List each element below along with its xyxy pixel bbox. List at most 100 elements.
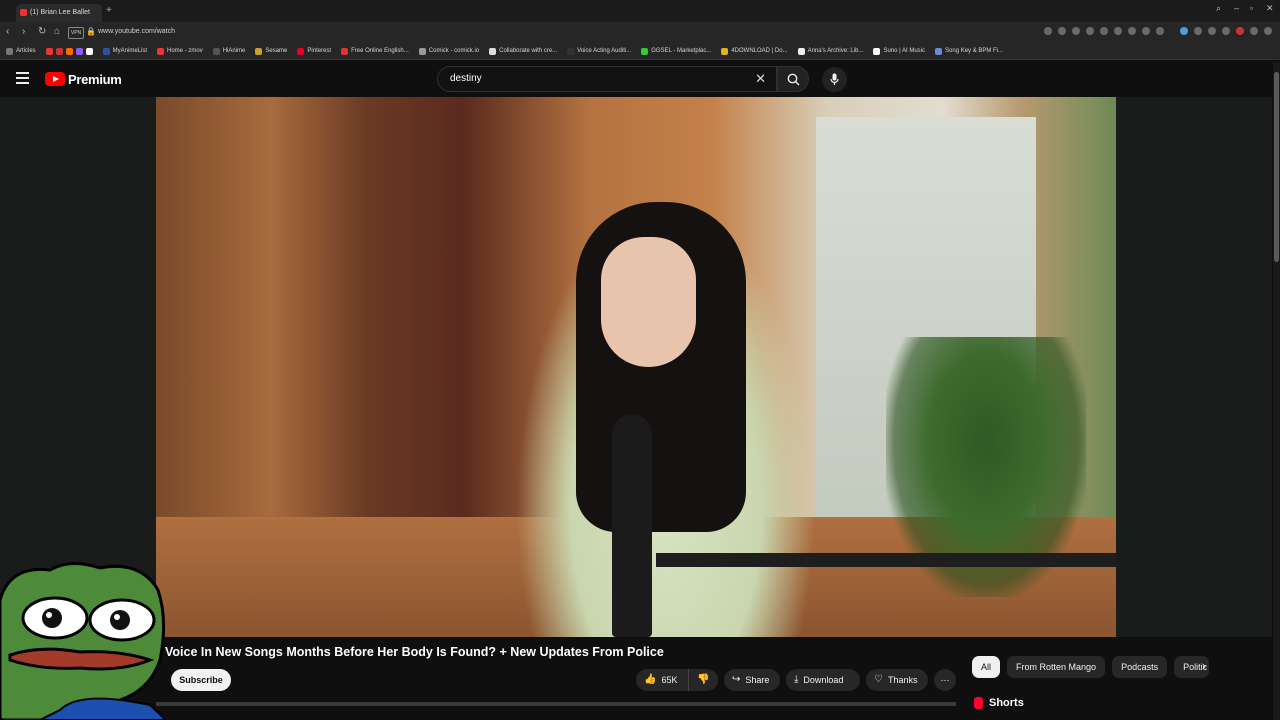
thanks-heart-icon: ♡ [874,674,883,685]
zoom-icon[interactable] [1044,27,1052,35]
bookmark-icon [75,47,83,55]
scrollbar-thumb[interactable] [1274,72,1279,262]
chevron-right-icon[interactable]: › [1202,659,1206,673]
microphone-icon [830,73,839,85]
chip-podcasts[interactable]: Podcasts [1112,656,1168,678]
bookmark-item[interactable]: 4DOWNLOAD | Do... [721,47,788,55]
search-tabs-icon[interactable]: ⌕ [1216,3,1221,14]
battery-icon[interactable] [1156,27,1164,35]
lock-icon[interactable]: 🔒 [86,27,96,36]
screenshot-icon[interactable] [1058,27,1066,35]
thumbs-up-icon: 👍 [644,674,657,685]
bookmark-item[interactable]: Suno | AI Music [873,47,925,55]
bookmark-icon [55,47,63,55]
video-player[interactable] [156,97,1116,637]
thanks-button[interactable]: ♡ Thanks [866,669,928,691]
extension-icon[interactable] [1208,27,1216,35]
folder-icon [721,47,729,55]
bookmark-item[interactable]: Home - zmov [157,47,203,55]
subscribe-button[interactable]: Subscribe [171,669,231,691]
youtube-favicon-icon [20,9,27,16]
youtube-logo-icon[interactable] [45,72,65,86]
bookmark-item[interactable]: GGSEL - Marketplac... [641,47,711,55]
vpn-badge[interactable]: VPN [68,27,84,39]
thanks-label: Thanks [887,675,918,685]
reload-icon[interactable]: ↻ [38,26,46,37]
extension-icon[interactable] [1250,27,1258,35]
video-frame-face [601,237,696,367]
play-icon[interactable] [1100,27,1108,35]
share-icon: ↪ [732,674,741,685]
camera-icon[interactable] [1072,27,1080,35]
bookmark-icon [45,47,53,55]
browser-tab[interactable]: (1) Brian Lee Ballet [16,4,102,22]
bookmark-item[interactable]: Sesame [255,47,287,55]
dislike-button[interactable]: 👎 [688,669,718,691]
bookmark-item[interactable]: Comick - comick.io [418,47,479,55]
bookmark-item[interactable]: Anna's Archive: Lib... [797,47,863,55]
download-button[interactable]: ⤓ Download [786,669,860,691]
search-input[interactable] [448,72,742,85]
extension-icon[interactable] [1222,27,1230,35]
search-bar: ✕ [437,66,777,92]
heart-icon[interactable] [1128,27,1136,35]
bookmark-icon [935,47,943,55]
description-divider [156,702,956,706]
forward-icon[interactable]: › [22,26,25,37]
extension-icon[interactable] [1194,27,1202,35]
bookmark-item[interactable]: Articles [6,47,36,55]
bookmark-item[interactable]: Collaborate with cre... [489,47,557,55]
search-button[interactable] [777,66,809,92]
download-icon[interactable] [1114,27,1122,35]
bookmark-icon [212,47,220,55]
extension-icon[interactable] [1236,27,1244,35]
download-label: Download [803,675,844,685]
bookmark-item[interactable]: Pinterest [297,47,331,55]
home-icon[interactable]: ⌂ [54,26,60,37]
page-scrollbar[interactable] [1273,62,1280,720]
bookmark-icon [102,47,110,55]
voice-search-button[interactable] [822,67,847,92]
bookmark-item[interactable]: HiAnime [212,47,245,55]
extension-toolbar [1044,27,1272,35]
address-bar: ‹ › ↻ ⌂ VPN 🔒 www.youtube.com/watch [0,22,1280,43]
clear-search-icon[interactable]: ✕ [755,72,766,86]
extension-icon[interactable] [1180,27,1188,35]
list-icon[interactable] [1142,27,1150,35]
bookmark-icon [255,47,263,55]
video-frame-mic-boom [656,553,1116,567]
bookmark-icon [341,47,349,55]
video-title: Voice In New Songs Months Before Her Bod… [165,645,664,659]
like-button[interactable]: 👍 65K [636,669,688,691]
bookmark-icon [157,47,165,55]
bookmark-item[interactable] [45,47,93,55]
more-actions-button[interactable]: ⋯ [934,669,956,691]
bookmark-item[interactable]: Voice Acting Auditi... [567,47,631,55]
logo-text[interactable]: Premium [68,72,122,87]
related-filter-chips: All From Rotten Mango Podcasts Politic [972,656,1210,678]
bookmark-icon [65,47,73,55]
share-label: Share [745,675,770,685]
pinterest-icon [297,47,305,55]
hamburger-menu-icon[interactable] [16,72,29,84]
minimize-icon[interactable]: – [1234,3,1239,13]
menu-icon[interactable] [1264,27,1272,35]
browser-tab-bar: (1) Brian Lee Ballet + ⌕ – ▫ ✕ [0,0,1280,22]
chip-from-rotten-mango[interactable]: From Rotten Mango [1007,656,1106,678]
close-window-icon[interactable]: ✕ [1266,3,1274,14]
new-tab-icon[interactable]: + [106,5,112,16]
bookmark-item[interactable]: Free Online English... [341,47,409,55]
bookmark-item[interactable]: MyAnimeList [102,47,147,55]
pin-icon[interactable] [1086,27,1094,35]
more-icon: ⋯ [940,675,950,685]
bookmark-item[interactable]: Song Key & BPM Fi... [935,47,1003,55]
bookmark-icon [6,47,13,55]
maximize-icon[interactable]: ▫ [1250,3,1253,13]
chip-all[interactable]: All [972,656,1001,678]
bookmark-icon [797,47,805,55]
bookmark-icon [489,47,497,55]
url-field[interactable]: www.youtube.com/watch [98,26,175,38]
back-icon[interactable]: ‹ [6,26,9,37]
share-button[interactable]: ↪ Share [724,669,780,691]
shorts-label: Shorts [989,697,1024,709]
